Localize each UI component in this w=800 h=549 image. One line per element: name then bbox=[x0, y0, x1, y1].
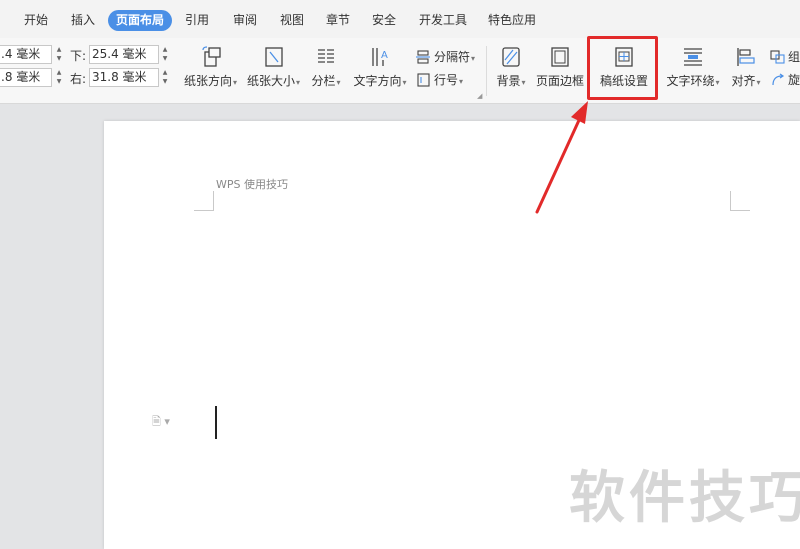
margin-right-label: 右: bbox=[70, 72, 87, 86]
background-button[interactable]: 背景▾ bbox=[493, 46, 529, 89]
margin-left-input[interactable]: .8 毫米 bbox=[0, 68, 52, 87]
background-icon bbox=[502, 47, 520, 67]
group-label: 组 bbox=[788, 50, 800, 64]
page-border-button[interactable]: 页面边框 bbox=[535, 46, 585, 89]
tab-chapter[interactable]: 章节 bbox=[318, 10, 358, 31]
text-cursor bbox=[215, 406, 217, 439]
align-icon bbox=[737, 48, 755, 66]
margin-bottom-input[interactable]: 25.4 毫米 bbox=[89, 45, 159, 64]
columns-icon bbox=[318, 49, 334, 63]
text-direction-caret-icon: ▾ bbox=[402, 78, 407, 87]
tab-references[interactable]: 引用 bbox=[177, 10, 217, 31]
ribbon-toolbar: .4 毫米 ▲ ▼ 下: 25.4 毫米 ▲ ▼ .8 毫米 ▲ ▼ 右: 31.8 … bbox=[0, 38, 800, 104]
breaks-caret-icon: ▾ bbox=[471, 54, 476, 63]
group-icon bbox=[770, 50, 785, 64]
orientation-button[interactable]: 纸张方向▾ bbox=[183, 46, 238, 89]
align-label: 对齐 bbox=[731, 74, 756, 88]
tab-page-layout[interactable]: 页面布局 bbox=[108, 10, 173, 31]
page-setup-launcher-icon[interactable]: ◢ bbox=[477, 92, 482, 100]
tab-view[interactable]: 视图 bbox=[272, 10, 312, 31]
orientation-caret-icon: ▾ bbox=[233, 78, 238, 87]
tab-developer[interactable]: 开发工具 bbox=[411, 10, 475, 31]
line-numbers-button[interactable]: 行号▾ bbox=[416, 71, 463, 89]
watermark-text: 软件技巧 bbox=[569, 466, 800, 531]
tab-insert[interactable]: 插入 bbox=[63, 10, 103, 31]
margin-bottom-spinner[interactable]: ▲ ▼ bbox=[160, 45, 170, 64]
align-button[interactable]: 对齐▾ bbox=[728, 46, 764, 89]
margin-left-spinner[interactable]: ▲ ▼ bbox=[54, 68, 64, 87]
crop-mark-left bbox=[194, 191, 214, 211]
background-caret-icon: ▾ bbox=[521, 78, 526, 87]
paper-size-caret-icon: ▾ bbox=[296, 78, 301, 87]
paper-size-button[interactable]: 纸张大小▾ bbox=[246, 46, 301, 89]
columns-label: 分栏 bbox=[311, 74, 336, 88]
manuscript-highlight-box bbox=[587, 36, 658, 100]
page-header-text: WPS 使用技巧 bbox=[216, 178, 288, 191]
rotate-button[interactable]: 旋 bbox=[770, 71, 800, 89]
text-direction-label: 文字方向 bbox=[353, 74, 402, 88]
columns-button[interactable]: 分栏▾ bbox=[308, 46, 344, 89]
svg-text:A: A bbox=[381, 50, 388, 61]
breaks-icon bbox=[416, 50, 430, 64]
background-label: 背景 bbox=[496, 74, 521, 88]
text-direction-icon: A bbox=[372, 48, 388, 66]
paper-size-icon bbox=[264, 47, 283, 67]
ribbon-separator bbox=[486, 46, 487, 96]
margin-top-spinner[interactable]: ▲ ▼ bbox=[54, 45, 64, 64]
line-numbers-caret-icon: ▾ bbox=[459, 77, 464, 86]
tab-security[interactable]: 安全 bbox=[364, 10, 404, 31]
ribbon-tab-bar: 开始 插入 页面布局 引用 审阅 视图 章节 安全 开发工具 特色应用 bbox=[0, 0, 800, 38]
columns-caret-icon: ▾ bbox=[336, 78, 341, 87]
page-border-icon bbox=[551, 47, 569, 67]
page-border-label: 页面边框 bbox=[535, 74, 584, 88]
text-direction-button[interactable]: A 文字方向▾ bbox=[351, 46, 409, 89]
document-page[interactable]: WPS 使用技巧 🗎 ▾ 软件技巧 bbox=[104, 121, 800, 549]
text-wrap-caret-icon: ▾ bbox=[715, 78, 720, 87]
line-numbers-label: 行号 bbox=[434, 73, 459, 87]
group-button[interactable]: 组 bbox=[770, 48, 800, 66]
orientation-icon bbox=[201, 46, 221, 67]
breaks-label: 分隔符 bbox=[434, 50, 471, 64]
margin-right-spinner[interactable]: ▲ ▼ bbox=[160, 68, 170, 87]
rotate-icon bbox=[772, 73, 785, 86]
margin-top-input[interactable]: .4 毫米 bbox=[0, 45, 52, 64]
align-caret-icon: ▾ bbox=[756, 78, 761, 87]
tab-review[interactable]: 审阅 bbox=[225, 10, 265, 31]
margin-row-left: .8 毫米 ▲ ▼ 右: 31.8 毫米 ▲ ▼ bbox=[0, 68, 180, 88]
orientation-label: 纸张方向 bbox=[183, 74, 232, 88]
margin-row-top: .4 毫米 ▲ ▼ 下: 25.4 毫米 ▲ ▼ bbox=[0, 45, 180, 65]
breaks-button[interactable]: 分隔符▾ bbox=[416, 48, 475, 66]
line-numbers-icon bbox=[417, 73, 430, 87]
text-wrap-icon bbox=[684, 48, 702, 66]
margin-right-input[interactable]: 31.8 毫米 bbox=[89, 68, 159, 87]
rotate-label: 旋 bbox=[788, 73, 800, 87]
paragraph-layout-icon[interactable]: 🗎 ▾ bbox=[152, 413, 170, 432]
crop-mark-right bbox=[730, 191, 750, 211]
paper-size-label: 纸张大小 bbox=[246, 74, 295, 88]
text-wrap-button[interactable]: 文字环绕▾ bbox=[664, 46, 722, 89]
text-wrap-label: 文字环绕 bbox=[666, 74, 715, 88]
tab-home[interactable]: 开始 bbox=[16, 10, 56, 31]
margin-bottom-label: 下: bbox=[70, 49, 87, 63]
tab-special-apps[interactable]: 特色应用 bbox=[480, 10, 544, 31]
